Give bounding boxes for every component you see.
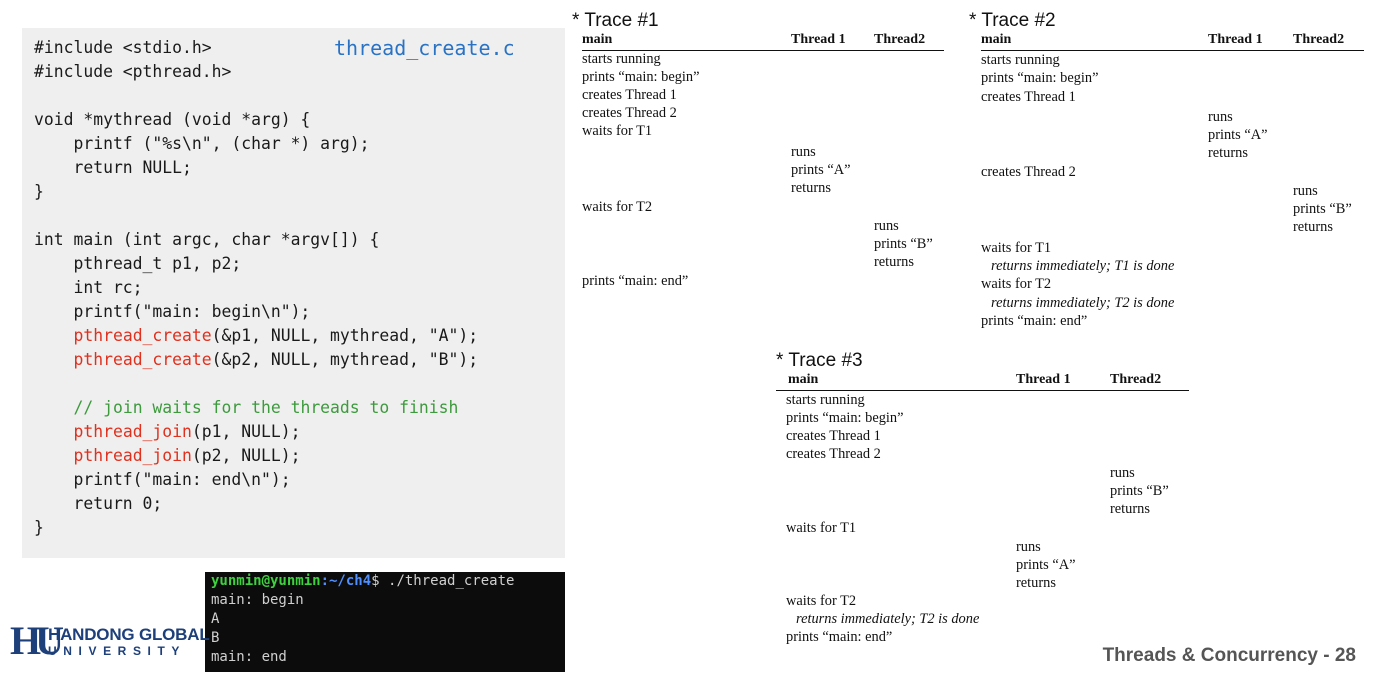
- terminal-output-line: main: end: [211, 649, 287, 665]
- thread1-event: prints “A”: [1016, 557, 1076, 573]
- main-event: waits for T2: [582, 199, 653, 215]
- main-event: prints “main: end”: [582, 273, 689, 289]
- main-event: prints “main: end”: [981, 313, 1088, 329]
- logo-name: HANDONG GLOBAL: [48, 625, 210, 644]
- trace-title: * Trace #1: [572, 10, 659, 31]
- thread2-event: returns: [1293, 219, 1333, 235]
- code-line: }: [34, 518, 44, 537]
- code-line: return NULL;: [34, 158, 192, 177]
- logo-subtitle: UNIVERSITY: [48, 644, 187, 658]
- code-comment: // join waits for the threads to finish: [34, 396, 458, 420]
- col-header-thread1: Thread 1: [1016, 372, 1071, 387]
- thread2-event: returns: [1110, 501, 1150, 517]
- code-args: (p2, NULL);: [191, 446, 301, 465]
- trace-title: * Trace #2: [969, 10, 1056, 31]
- code-fn: pthread_create: [73, 350, 212, 369]
- thread1-event: returns: [791, 180, 831, 196]
- col-header-thread1: Thread 1: [791, 32, 846, 47]
- thread2-event: prints “B”: [874, 236, 933, 252]
- code-line: #include <stdio.h>: [34, 38, 212, 57]
- main-event: prints “main: begin”: [582, 69, 700, 85]
- main-event: creates Thread 1: [786, 428, 881, 444]
- main-event: creates Thread 2: [786, 446, 881, 462]
- col-header-thread2: Thread2: [1293, 32, 1345, 47]
- trace-title: * Trace #3: [776, 350, 863, 371]
- thread2-event: returns: [874, 254, 914, 270]
- code-fn: pthread_join: [73, 422, 192, 441]
- main-event: prints “main: begin”: [981, 70, 1099, 86]
- thread2-event: runs: [874, 218, 899, 234]
- thread2-event: runs: [1110, 465, 1135, 481]
- thread1-event: runs: [791, 144, 816, 160]
- code-line: pthread_t p1, p2;: [34, 254, 242, 273]
- trace-2: * Trace #2 main Thread 1 Thread2 starts …: [969, 10, 1369, 340]
- col-header-thread1: Thread 1: [1208, 32, 1263, 47]
- code-args: (p1, NULL);: [191, 422, 301, 441]
- col-header-main: main: [788, 372, 819, 387]
- terminal-output-line: B: [211, 630, 220, 646]
- main-event: creates Thread 1: [981, 89, 1076, 105]
- code-line: pthread_create(&p2, NULL, mythread, "B")…: [34, 348, 478, 372]
- col-header-main: main: [582, 32, 613, 47]
- code-line: printf ("%s\n", (char *) arg);: [34, 134, 370, 153]
- main-note: returns immediately; T1 is done: [991, 258, 1175, 274]
- code-line: pthread_create(&p1, NULL, mythread, "A")…: [34, 324, 478, 348]
- thread2-event: runs: [1293, 183, 1318, 199]
- main-event: creates Thread 2: [582, 105, 677, 121]
- main-note: returns immediately; T2 is done: [796, 611, 980, 627]
- terminal-prompt-line: yunmin@yunmin:~/ch4$ ./thread_create: [211, 572, 514, 590]
- code-line: return 0;: [34, 494, 163, 513]
- terminal-window: yunmin@yunmin:~/ch4$ ./thread_create mai…: [205, 572, 565, 672]
- code-line: pthread_join(p2, NULL);: [34, 444, 300, 468]
- main-event: waits for T1: [981, 240, 1052, 256]
- trace-3: * Trace #3 main Thread 1 Thread2 starts …: [776, 350, 1196, 650]
- code-line: }: [34, 182, 44, 201]
- code-args: (&p1, NULL, mythread, "A");: [211, 326, 479, 345]
- main-event: starts running: [981, 52, 1060, 68]
- code-fn: pthread_join: [73, 446, 192, 465]
- thread2-event: prints “B”: [1293, 201, 1352, 217]
- trace-1: * Trace #1 main Thread 1 Thread2 starts …: [572, 10, 957, 300]
- main-event: waits for T1: [786, 520, 857, 536]
- code-line: int rc;: [34, 278, 143, 297]
- main-event: waits for T2: [786, 593, 857, 609]
- main-event: prints “main: begin”: [786, 410, 904, 426]
- thread1-event: runs: [1208, 109, 1233, 125]
- code-args: (&p2, NULL, mythread, "B");: [211, 350, 479, 369]
- thread2-event: prints “B”: [1110, 483, 1169, 499]
- main-event: starts running: [786, 392, 865, 408]
- terminal-output-line: main: begin: [211, 592, 304, 608]
- code-filename: thread_create.c: [334, 36, 515, 60]
- thread1-event: prints “A”: [1208, 127, 1268, 143]
- code-comment-text: // join waits for the threads to finish: [73, 398, 459, 417]
- code-fn: pthread_create: [73, 326, 212, 345]
- main-note: returns immediately; T2 is done: [991, 295, 1175, 311]
- thread1-event: returns: [1016, 575, 1056, 591]
- col-header-main: main: [981, 32, 1012, 47]
- main-event: starts running: [582, 51, 661, 67]
- code-line: printf("main: begin\n");: [34, 302, 311, 321]
- terminal-output-line: A: [211, 611, 220, 627]
- code-line: #include <pthread.h>: [34, 62, 232, 81]
- thread1-event: runs: [1016, 539, 1041, 555]
- main-event: waits for T1: [582, 123, 653, 139]
- code-line: void *mythread (void *arg) {: [34, 110, 311, 129]
- code-panel: thread_create.c #include <stdio.h> #incl…: [22, 28, 565, 558]
- col-header-thread2: Thread2: [874, 32, 926, 47]
- terminal-command: $ ./thread_create: [371, 573, 515, 589]
- slide-footer: Threads & Concurrency - 28: [1102, 645, 1356, 666]
- terminal-user: yunmin@yunmin: [211, 573, 321, 589]
- main-event: prints “main: end”: [786, 629, 893, 645]
- col-header-thread2: Thread2: [1110, 372, 1162, 387]
- code-line: int main (int argc, char *argv[]) {: [34, 230, 380, 249]
- code-line: printf("main: end\n");: [34, 470, 291, 489]
- university-logo: HU HANDONG GLOBAL UNIVERSITY: [10, 615, 210, 670]
- thread1-event: prints “A”: [791, 162, 851, 178]
- thread1-event: returns: [1208, 145, 1248, 161]
- main-event: creates Thread 1: [582, 87, 677, 103]
- main-event: waits for T2: [981, 276, 1052, 292]
- terminal-path: :~/ch4: [320, 573, 372, 589]
- main-event: creates Thread 2: [981, 164, 1076, 180]
- code-line: pthread_join(p1, NULL);: [34, 420, 300, 444]
